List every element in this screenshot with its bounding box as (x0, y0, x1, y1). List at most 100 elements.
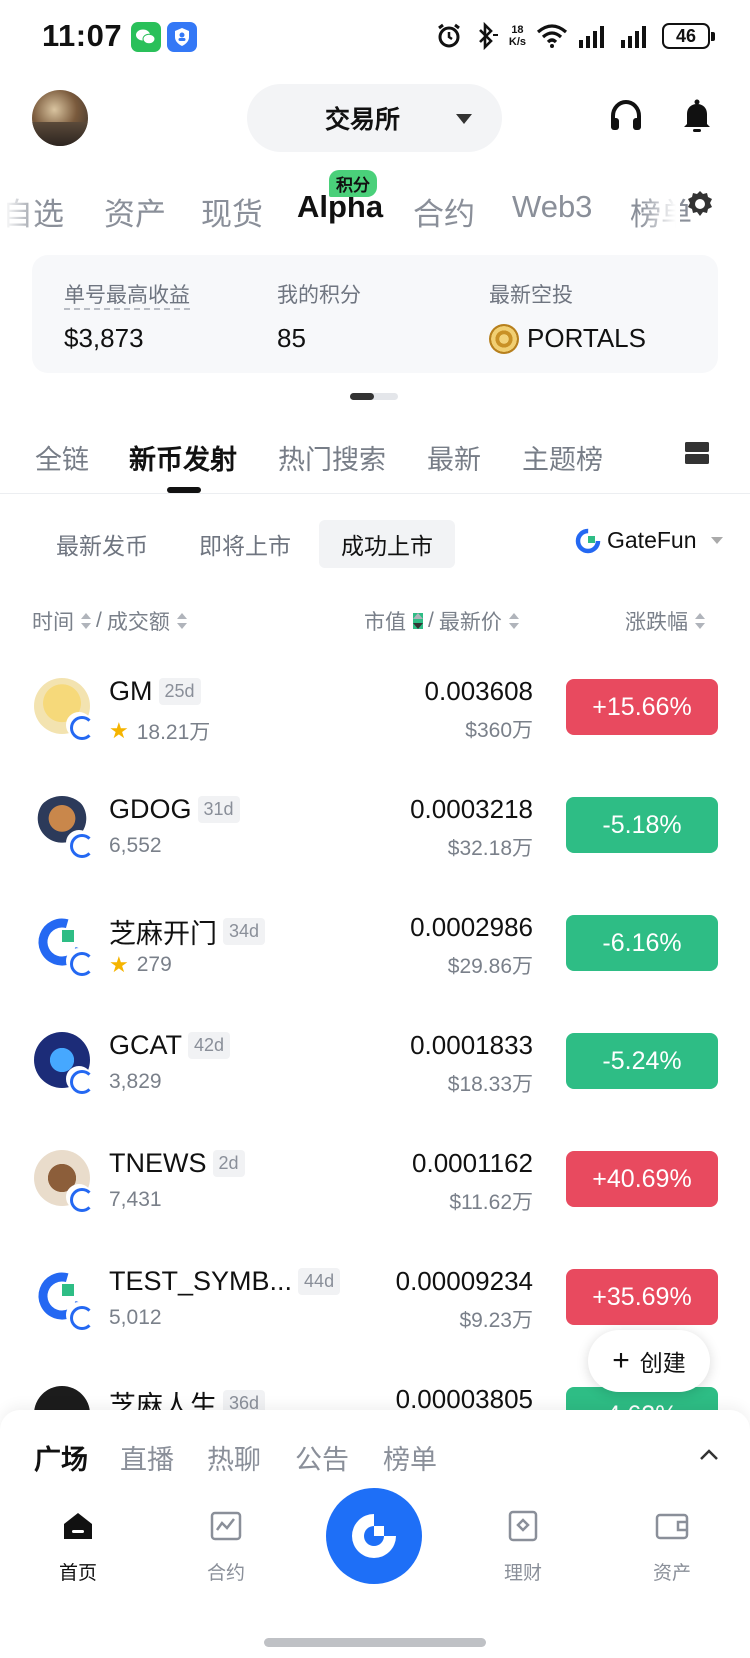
layout-toggle-icon[interactable] (684, 440, 710, 466)
bell-icon[interactable] (677, 96, 717, 136)
change-badge[interactable]: -5.24% (566, 1033, 718, 1089)
chain-badge-icon (66, 1302, 94, 1330)
nav-home[interactable]: 首页 (38, 1558, 118, 1585)
portals-logo-icon (489, 323, 519, 354)
wallet-icon[interactable] (654, 1508, 690, 1544)
wifi-icon (536, 24, 568, 48)
age-badge: 34d (223, 918, 266, 945)
age-badge: 31d (197, 796, 240, 823)
avatar[interactable] (32, 90, 88, 146)
platform-filter[interactable]: GateFun (575, 527, 723, 554)
token-row[interactable]: GCAT 42d 3,829 0.0001833 $18.33万 -5.24% (0, 1004, 750, 1122)
col-change[interactable]: 涨跌幅 (625, 606, 705, 636)
tab-all-chains[interactable]: 全链 (35, 438, 89, 477)
stat-points: 我的积分 85 (277, 279, 361, 354)
token-mcap: $11.62万 (449, 1191, 533, 1214)
star-icon: ★ (109, 718, 129, 743)
col-mcap-price[interactable]: 市值 / 最新价 (364, 606, 519, 636)
nav-futures[interactable]: 合约 (186, 1558, 266, 1585)
subtab-listed[interactable]: 成功上市 (319, 520, 455, 568)
token-price: 0.0003218 (410, 794, 533, 824)
tab-spot[interactable]: 现货 (201, 189, 263, 234)
sort-icon (508, 613, 519, 629)
change-badge[interactable]: +15.66% (566, 679, 718, 735)
tab-theme-rank[interactable]: 主题榜 (522, 438, 603, 477)
points-badge: 积分 (329, 170, 377, 197)
chevron-up-icon[interactable] (698, 1444, 720, 1466)
age-badge: 25d (158, 678, 201, 705)
token-row[interactable]: TNEWS 2d 7,431 0.0001162 $11.62万 +40.69% (0, 1122, 750, 1240)
token-row[interactable]: 芝麻开门 34d ★ 279 0.0002986 $29.86万 -6.16% (0, 886, 750, 1004)
earn-icon[interactable] (505, 1508, 541, 1544)
tab-latest[interactable]: 最新 (427, 438, 481, 477)
token-volume: 6,552 (109, 834, 162, 857)
token-volume: ★ 279 (109, 952, 172, 977)
sort-icon (176, 613, 187, 629)
chain-badge-icon (66, 948, 94, 976)
change-badge[interactable]: -6.16% (566, 915, 718, 971)
nav-earn[interactable]: 理财 (483, 1558, 563, 1585)
max-profit-value: $3,873 (64, 323, 144, 353)
change-badge[interactable]: +40.69% (566, 1151, 718, 1207)
alarm-icon (437, 23, 460, 48)
trade-button[interactable] (326, 1488, 422, 1584)
token-row[interactable]: GM 25d ★ 18.21万 0.003608 $360万 +15.66% (0, 650, 750, 768)
feed-tab-rankings[interactable]: 榜单 (383, 1438, 437, 1477)
subtab-newest-coins[interactable]: 最新发币 (34, 520, 170, 568)
exchange-switcher[interactable]: 交易所 (247, 84, 502, 152)
chain-badge-icon (66, 712, 94, 740)
change-badge[interactable]: -5.18% (566, 797, 718, 853)
tab-hot-search[interactable]: 热门搜索 (278, 438, 386, 477)
signal-icon-2 (621, 26, 646, 48)
category-tabs: 全链 新币发射 热门搜索 最新 主题榜 (0, 430, 750, 494)
home-icon[interactable] (60, 1508, 96, 1544)
headset-icon[interactable] (606, 96, 646, 136)
nav-assets[interactable]: 资产 (632, 1558, 712, 1585)
gate-logo-icon (352, 1514, 396, 1558)
gear-icon[interactable] (684, 188, 716, 220)
col-time-volume[interactable]: 时间 / 成交额 (32, 606, 187, 636)
exchange-label: 交易所 (324, 106, 400, 134)
token-volume: ★ 18.21万 (109, 718, 211, 744)
points-value: 85 (277, 323, 306, 353)
stat-max-profit: 单号最高收益 $3,873 (64, 279, 190, 354)
battery-indicator: 46 (662, 23, 715, 49)
max-profit-label[interactable]: 单号最高收益 (64, 284, 190, 310)
token-volume: 7,431 (109, 1188, 162, 1211)
futures-chart-icon[interactable] (208, 1508, 244, 1544)
change-badge[interactable]: +35.69% (566, 1269, 718, 1325)
home-indicator (264, 1638, 486, 1647)
star-icon: ★ (109, 952, 129, 977)
token-name: TEST_SYMB... 44d (109, 1266, 341, 1297)
tab-futures[interactable]: 合约 (413, 189, 475, 234)
feed-tab-square[interactable]: 广场 (34, 1438, 88, 1477)
network-speed: 18 K/s (508, 24, 526, 48)
tab-web3[interactable]: Web3 (512, 189, 592, 225)
token-mcap: $9.23万 (459, 1309, 533, 1332)
bluetooth-icon (478, 22, 498, 50)
token-price: 0.003608 (424, 676, 533, 706)
token-name: 芝麻开门 34d (109, 912, 266, 951)
token-mcap: $29.86万 (447, 955, 533, 978)
alpha-stats-card[interactable]: 单号最高收益 $3,873 我的积分 85 最新空投 PORTALS (32, 255, 718, 373)
tab-assets[interactable]: 资产 (104, 189, 166, 234)
points-label: 我的积分 (277, 284, 361, 307)
airdrop-value[interactable]: PORTALS (489, 323, 646, 354)
chain-badge-icon (66, 830, 94, 858)
chevron-down-icon (456, 114, 472, 124)
create-button[interactable]: + 创建 (588, 1330, 710, 1392)
token-name: GM 25d (109, 676, 201, 707)
status-time: 11:07 (42, 18, 123, 53)
stat-airdrop: 最新空投 PORTALS (489, 279, 646, 354)
feed-tab-chat[interactable]: 热聊 (207, 1438, 261, 1477)
wechat-icon (131, 22, 161, 52)
token-name: GDOG 31d (109, 794, 240, 825)
token-price: 0.0001162 (412, 1148, 533, 1178)
token-row[interactable]: GDOG 31d 6,552 0.0003218 $32.18万 -5.18% (0, 768, 750, 886)
token-price: 0.0002986 (410, 912, 533, 942)
token-mcap: $360万 (465, 719, 533, 742)
subtab-upcoming[interactable]: 即将上市 (177, 520, 313, 568)
feed-tab-live[interactable]: 直播 (120, 1438, 174, 1477)
feed-tab-announcements[interactable]: 公告 (295, 1438, 349, 1477)
tab-new-launch[interactable]: 新币发射 (129, 438, 237, 477)
